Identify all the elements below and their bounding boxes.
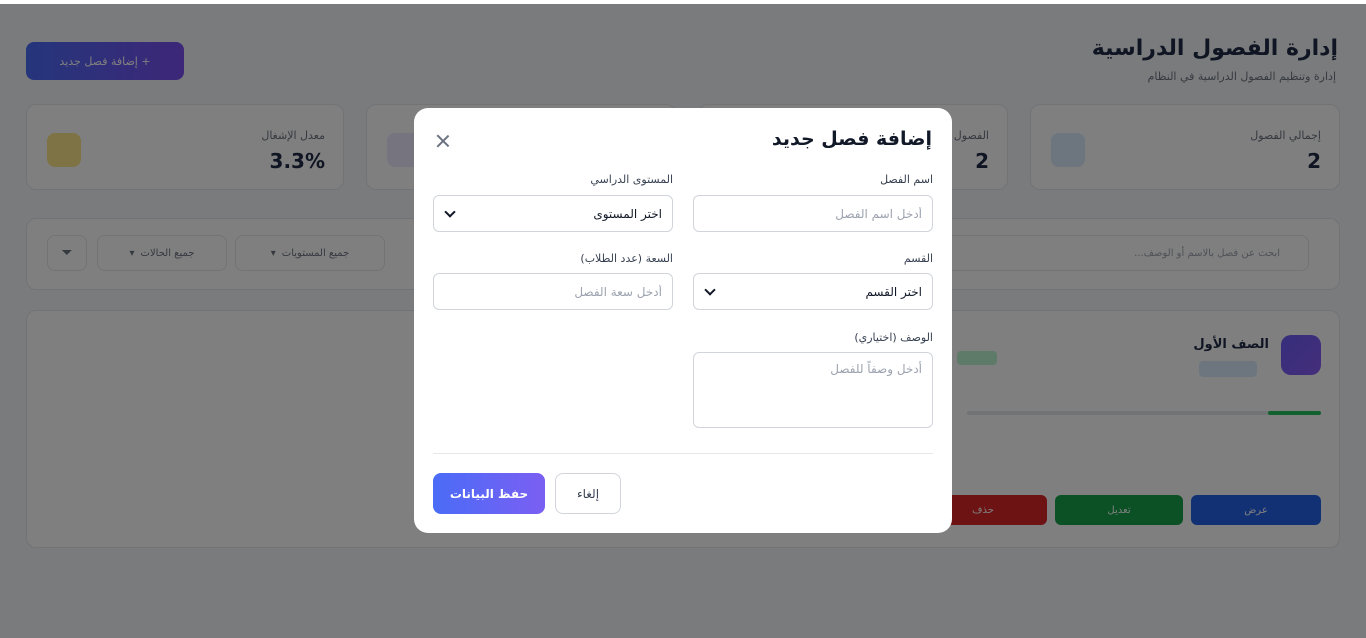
chevron-down-icon bbox=[704, 283, 716, 296]
capacity-label: السعة (عدد الطلاب) bbox=[580, 252, 673, 265]
class-name-label: اسم الفصل bbox=[880, 173, 933, 186]
description-textarea[interactable] bbox=[693, 352, 933, 428]
modal-divider bbox=[433, 453, 933, 454]
description-label: الوصف (اختياري) bbox=[854, 331, 933, 344]
save-button[interactable]: حفظ البيانات bbox=[433, 473, 545, 514]
cancel-button[interactable]: إلغاء bbox=[555, 473, 621, 514]
capacity-input[interactable] bbox=[433, 273, 673, 310]
level-label: المستوى الدراسي bbox=[590, 173, 673, 186]
add-class-modal: إضافة فصل جديد اسم الفصل المستوى الدراسي… bbox=[414, 108, 952, 533]
chevron-down-icon bbox=[444, 205, 456, 218]
department-select-value: اختر القسم bbox=[865, 284, 922, 299]
close-icon[interactable] bbox=[434, 132, 452, 150]
department-select[interactable]: اختر القسم bbox=[693, 273, 933, 310]
class-name-input[interactable] bbox=[693, 195, 933, 232]
level-select[interactable]: اختر المستوى bbox=[433, 195, 673, 232]
level-select-value: اختر المستوى bbox=[593, 206, 662, 221]
modal-title: إضافة فصل جديد bbox=[771, 128, 932, 150]
department-label: القسم bbox=[903, 252, 933, 265]
